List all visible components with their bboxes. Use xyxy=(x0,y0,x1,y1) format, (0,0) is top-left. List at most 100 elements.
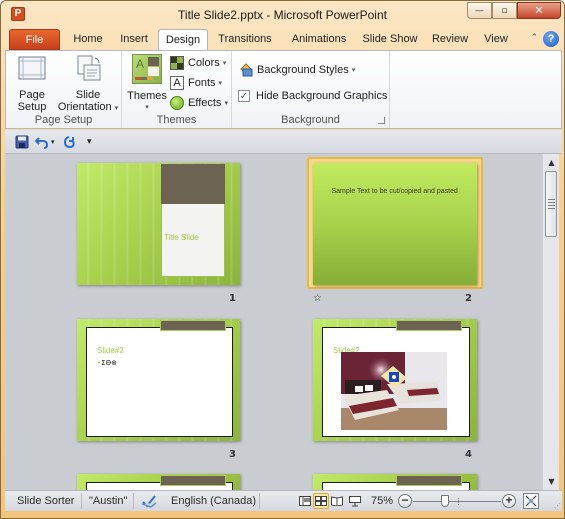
slide-orientation-label-2: Orientation ▾ xyxy=(56,101,120,115)
background-styles-label: Background Styles xyxy=(257,64,349,76)
slide-title-text: Title Slide xyxy=(164,233,199,242)
group-label-themes: Themes xyxy=(156,114,197,126)
slide-thumbnail-3[interactable]: Slide#2 •ΣΘ⊕ xyxy=(77,319,240,441)
ribbon-tabs: File Home Insert Design Transitions Anim… xyxy=(5,29,562,50)
effects-button[interactable]: Effects ▾ xyxy=(170,94,228,112)
redo-icon[interactable] xyxy=(63,135,77,149)
chevron-down-icon: ▾ xyxy=(351,67,356,74)
slide-title-band xyxy=(396,475,462,486)
chevron-down-icon: ▾ xyxy=(145,104,149,111)
tab-insert[interactable]: Insert xyxy=(115,29,153,50)
slide-orientation-button[interactable]: Slide Orientation ▾ xyxy=(56,54,120,115)
colors-button[interactable]: Colors ▾ xyxy=(170,54,226,72)
normal-view-button[interactable] xyxy=(297,493,313,509)
tab-review[interactable]: Review xyxy=(429,29,471,50)
fit-to-window-icon xyxy=(525,495,537,507)
fit-to-window-button[interactable] xyxy=(523,493,539,509)
restore-button[interactable]: ▫ xyxy=(492,2,517,19)
checkbox-checked-icon: ✓ xyxy=(238,90,250,102)
colors-icon xyxy=(170,56,184,70)
powerpoint-window: P Title Slide2.pptx - Microsoft PowerPoi… xyxy=(0,0,565,519)
status-bar: Slide Sorter "Austin" English (Canada) 7… xyxy=(5,490,562,511)
tab-slide-show[interactable]: Slide Show xyxy=(359,29,421,50)
zoom-slider-track[interactable] xyxy=(413,501,501,502)
slide-sorter-view-button[interactable] xyxy=(313,493,329,509)
tab-file[interactable]: File xyxy=(9,29,60,50)
slide-number: 1 xyxy=(229,293,236,304)
slide-bullet-content: ΣΘ⊕ xyxy=(101,359,117,367)
format-background-dialog-launcher[interactable] xyxy=(378,117,385,124)
slide-bullet-text: •ΣΘ⊕ xyxy=(97,359,117,367)
animation-star-icon[interactable]: ☆ xyxy=(313,293,322,304)
slide-thumbnail-2[interactable]: ◦Sample Text to be cut/copied and pasted xyxy=(313,163,477,285)
help-icon[interactable]: ? xyxy=(543,31,559,47)
slide-title-band xyxy=(161,164,225,204)
language-label[interactable]: English (Canada) xyxy=(171,491,256,511)
effects-label: Effects xyxy=(188,97,222,109)
scroll-thumb[interactable] xyxy=(545,171,557,237)
minimize-ribbon-icon[interactable]: ⌃ xyxy=(530,33,538,43)
fonts-icon: A xyxy=(170,76,184,90)
slide-title-band xyxy=(396,320,462,331)
reading-view-button[interactable] xyxy=(329,493,345,509)
slide-number: 2 xyxy=(465,293,472,304)
slide-thumbnail-1[interactable]: Title Slide xyxy=(77,163,240,285)
group-label-background: Background xyxy=(281,114,340,126)
undo-icon[interactable] xyxy=(35,135,49,149)
zoom-center-tick xyxy=(458,498,459,505)
slide-body-content: Sample Text to be cut/copied and pasted xyxy=(331,188,458,195)
close-icon: ✕ xyxy=(534,4,544,17)
hotel-room-picture xyxy=(341,352,447,430)
slide-title-band xyxy=(160,320,226,331)
slide-sorter-pane: Title Slide 1 ◦Sample Text to be cut/cop… xyxy=(5,154,542,490)
group-label-page-setup: Page Setup xyxy=(34,114,93,126)
slide-thumbnail-6[interactable] xyxy=(313,474,477,490)
fonts-label: Fonts xyxy=(188,77,216,89)
tab-transitions[interactable]: Transitions xyxy=(213,29,277,50)
slide-title-band xyxy=(160,475,226,486)
tab-home[interactable]: Home xyxy=(67,29,109,50)
scroll-up-button[interactable]: ▲ xyxy=(543,155,560,170)
view-name-label: Slide Sorter xyxy=(17,495,75,507)
page-setup-button[interactable]: Page Setup xyxy=(12,54,52,113)
paint-bucket-icon xyxy=(240,63,253,77)
save-icon[interactable] xyxy=(15,135,29,149)
reading-view-icon xyxy=(331,496,343,506)
slide-orientation-label-1: Slide xyxy=(75,89,101,101)
theme-name-label[interactable]: "Austin" xyxy=(89,491,127,511)
group-page-setup: Page Setup Slide Orientation ▾ Page Setup xyxy=(6,51,122,128)
tab-animations[interactable]: Animations xyxy=(285,29,353,50)
slide-sorter-icon xyxy=(315,496,327,506)
page-setup-icon xyxy=(18,56,46,80)
slide-show-view-button[interactable] xyxy=(347,493,363,509)
customize-qat-icon[interactable]: ▾ xyxy=(87,135,92,149)
themes-icon: A xyxy=(132,54,162,84)
quick-access-toolbar: ▾ ▾ xyxy=(5,130,562,154)
effects-icon xyxy=(170,96,184,110)
tab-view[interactable]: View xyxy=(479,29,513,50)
slide-thumbnail-5[interactable] xyxy=(77,474,240,490)
spell-check-icon[interactable] xyxy=(141,494,157,508)
slide-content-area xyxy=(86,327,233,437)
zoom-in-button[interactable]: + xyxy=(502,494,516,508)
vertical-scrollbar[interactable]: ▲ ▼ xyxy=(542,154,559,490)
hide-background-graphics-checkbox[interactable]: ✓ Hide Background Graphics xyxy=(238,87,387,105)
undo-dropdown-icon[interactable]: ▾ xyxy=(51,135,55,149)
resize-grip-icon[interactable]: ⋰ xyxy=(554,502,561,510)
scroll-down-button[interactable]: ▼ xyxy=(543,474,560,489)
background-styles-button[interactable]: Background Styles ▾ xyxy=(238,61,355,79)
zoom-out-button[interactable]: − xyxy=(398,494,412,508)
colors-label: Colors xyxy=(188,57,220,69)
slide-thumbnail-4[interactable]: Slide#2 xyxy=(313,319,477,441)
slide-show-icon xyxy=(349,495,361,506)
close-button[interactable]: ✕ xyxy=(517,2,561,19)
fonts-button[interactable]: A Fonts ▾ xyxy=(170,74,222,92)
themes-gallery-button[interactable]: A Themes ▾ xyxy=(127,54,167,114)
tab-design[interactable]: Design xyxy=(158,29,208,50)
zoom-slider-thumb[interactable] xyxy=(441,495,449,507)
zoom-level-label[interactable]: 75% xyxy=(371,491,393,511)
slide-body-text: ◦Sample Text to be cut/copied and pasted xyxy=(329,188,465,196)
hide-background-graphics-label: Hide Background Graphics xyxy=(256,90,388,102)
slide-orientation-icon xyxy=(77,55,101,81)
minimize-button[interactable]: — xyxy=(467,2,492,19)
